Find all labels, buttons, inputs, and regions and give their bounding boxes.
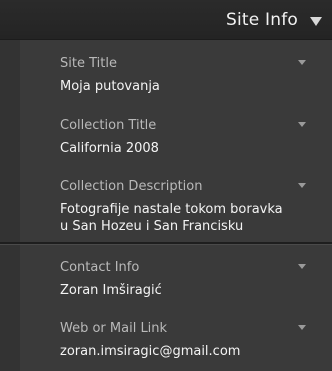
dropdown-arrow-icon[interactable] [298, 325, 306, 330]
field-value[interactable]: California 2008 [60, 140, 310, 157]
field-label: Site Title [60, 56, 117, 71]
field-value-line: Fotografije nastale tokom boravka [60, 202, 283, 217]
field-value[interactable]: Fotografije nastale tokom boravka u San … [60, 201, 310, 235]
dropdown-arrow-icon[interactable] [298, 183, 306, 188]
field-value-line: u San Hozeu i San Francisku [60, 219, 244, 234]
field-contact-info[interactable]: Contact Info Zoran Imširagić [60, 260, 310, 299]
field-value[interactable]: Zoran Imširagić [60, 282, 310, 299]
panel-title: Site Info [225, 10, 298, 30]
panel-header[interactable]: Site Info [0, 0, 332, 40]
field-collection-title[interactable]: Collection Title California 2008 [60, 118, 310, 157]
collapse-triangle-icon[interactable] [310, 17, 322, 26]
field-value[interactable]: Moja putovanja [60, 78, 310, 95]
site-info-panel: Site Info Site Title Moja putovanja Coll… [0, 0, 332, 371]
field-label: Collection Description [60, 179, 203, 194]
field-collection-description[interactable]: Collection Description Fotografije nasta… [60, 179, 310, 235]
dropdown-arrow-icon[interactable] [298, 60, 306, 65]
field-label: Web or Mail Link [60, 321, 168, 336]
field-web-or-mail-link[interactable]: Web or Mail Link zoran.imsiragic@gmail.c… [60, 321, 310, 360]
field-label: Collection Title [60, 118, 157, 133]
field-value[interactable]: zoran.imsiragic@gmail.com [60, 343, 310, 360]
section-divider [0, 242, 332, 245]
dropdown-arrow-icon[interactable] [298, 122, 306, 127]
dropdown-arrow-icon[interactable] [298, 264, 306, 269]
panel-left-gutter [0, 40, 20, 371]
field-site-title[interactable]: Site Title Moja putovanja [60, 56, 310, 95]
field-label: Contact Info [60, 260, 140, 275]
